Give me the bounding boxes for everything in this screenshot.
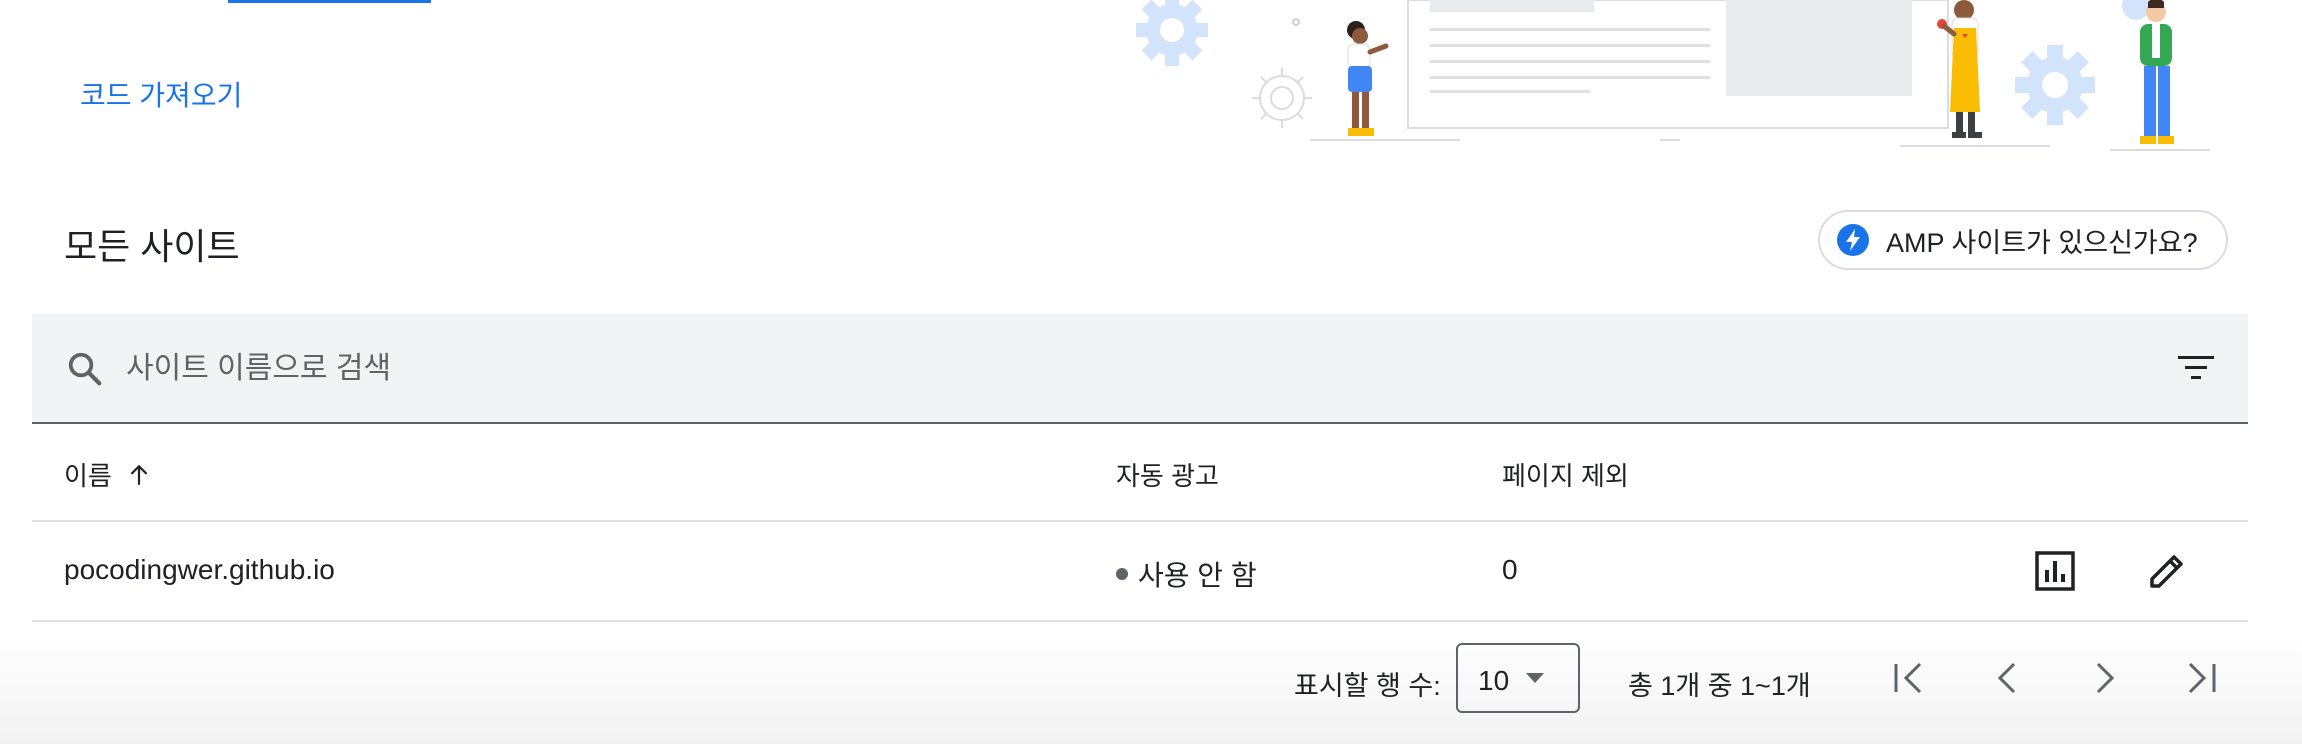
active-tab-underline bbox=[228, 0, 431, 3]
person-figure bbox=[1347, 21, 1389, 136]
column-header-page-exclusions: 페이지 제외 bbox=[1502, 461, 1629, 491]
bottom-fade bbox=[0, 634, 2302, 744]
pencil-icon[interactable] bbox=[2144, 548, 2190, 594]
table-header: 이름 자동 광고 페이지 제외 bbox=[32, 424, 2248, 522]
column-header-name-label: 이름 bbox=[64, 461, 112, 491]
adsense-sites-page: 코드 가져오기 모든 사이트 AMP 사이트가 있으신가요? 사이트 이름으로 … bbox=[0, 0, 2302, 744]
last-page-icon[interactable] bbox=[2180, 656, 2220, 700]
gear-icon bbox=[2015, 45, 2095, 125]
page-title: 모든 사이트 bbox=[64, 226, 240, 267]
auto-ads-status-cell: 사용 안 함 bbox=[1116, 554, 1257, 594]
column-header-name[interactable]: 이름 bbox=[64, 456, 152, 493]
filter-icon[interactable] bbox=[2176, 352, 2216, 384]
get-code-link[interactable]: 코드 가져오기 bbox=[80, 74, 242, 114]
chevron-right-icon[interactable] bbox=[2084, 656, 2124, 700]
column-header-auto-ads: 자동 광고 bbox=[1116, 461, 1219, 491]
rows-per-page-value: 10 bbox=[1478, 665, 1510, 696]
site-name-cell[interactable]: pocodingwer.github.io bbox=[64, 554, 335, 586]
bar-chart-icon[interactable] bbox=[2032, 548, 2078, 594]
caret-down-icon bbox=[1526, 673, 1544, 683]
status-dot-icon bbox=[1116, 568, 1128, 580]
table-row: pocodingwer.github.io 사용 안 함 0 bbox=[32, 522, 2248, 622]
amp-bolt-icon bbox=[1837, 224, 1869, 256]
rows-per-page-select[interactable]: 10 bbox=[1456, 643, 1580, 713]
site-search-input[interactable] bbox=[124, 342, 2028, 396]
pagination-range: 총 1개 중 1~1개 bbox=[1628, 671, 1811, 701]
auto-ads-status-text: 사용 안 함 bbox=[1138, 560, 1257, 591]
person-figure bbox=[2122, 0, 2174, 144]
gear-outline-icon bbox=[1252, 68, 1312, 128]
rows-per-page-label: 표시할 행 수: bbox=[1294, 671, 1441, 701]
arrow-up-icon bbox=[130, 464, 148, 485]
first-page-icon[interactable] bbox=[1890, 656, 1930, 700]
header-illustration bbox=[1136, 0, 2210, 151]
chevron-left-icon[interactable] bbox=[1988, 656, 2028, 700]
page-exclusions-cell: 0 bbox=[1502, 554, 1518, 585]
site-search-bar bbox=[32, 314, 2248, 424]
search-icon bbox=[68, 352, 102, 386]
amp-site-label: AMP 사이트가 있으신가요? bbox=[1886, 227, 2198, 258]
amp-site-button[interactable]: AMP 사이트가 있으신가요? bbox=[1818, 210, 2228, 270]
gear-icon bbox=[1136, 0, 1208, 66]
